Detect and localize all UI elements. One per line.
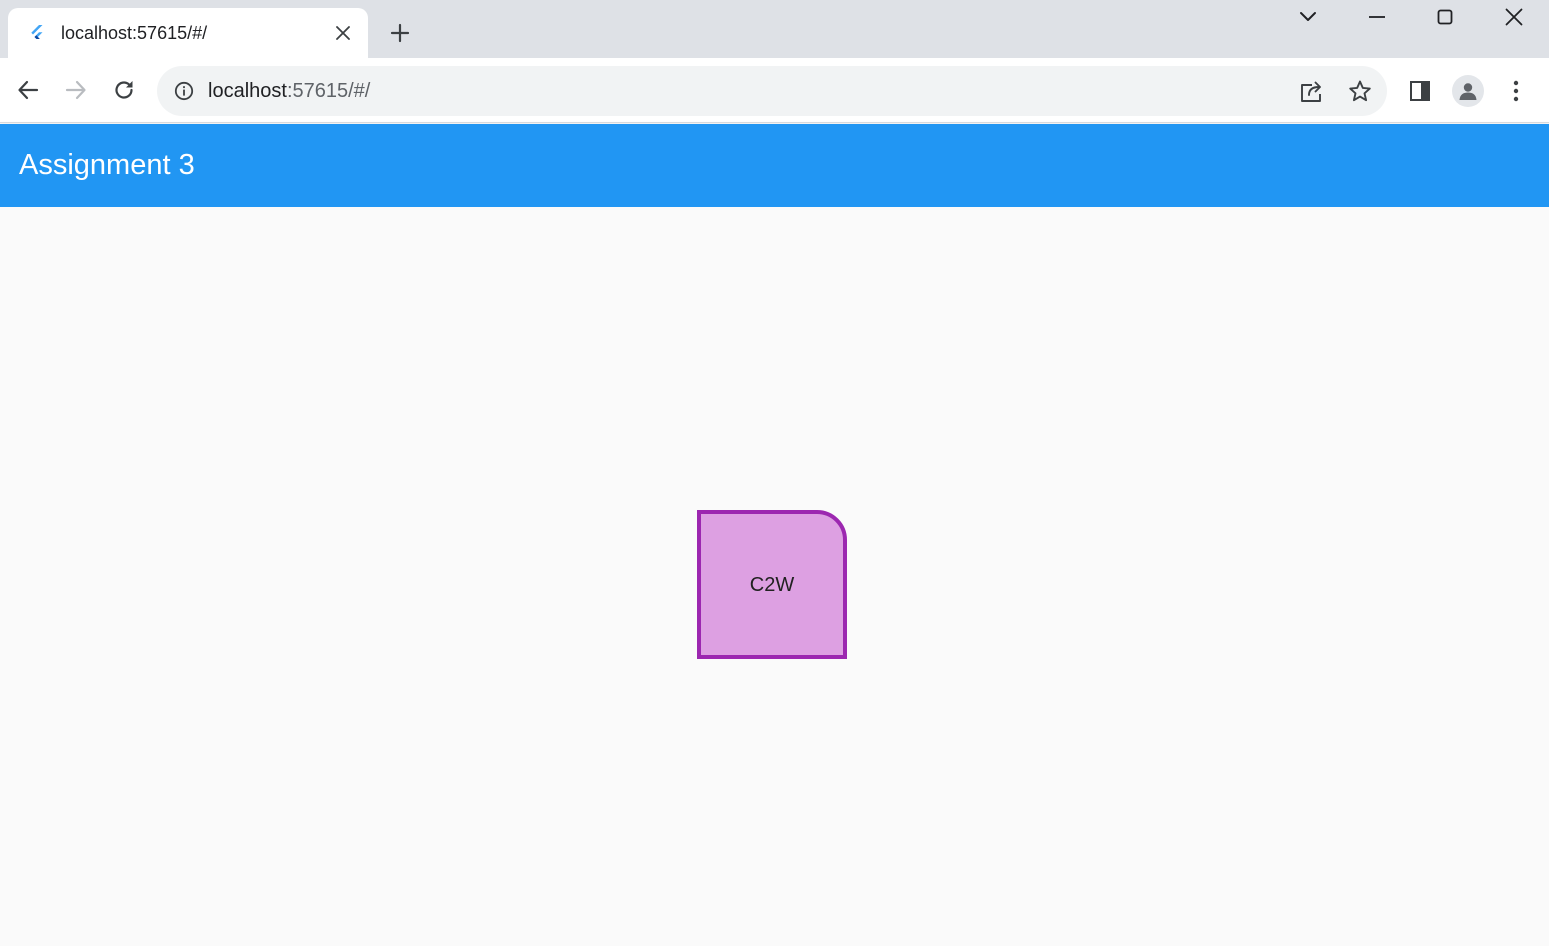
url-host: localhost [208, 80, 287, 102]
app-body: C2W [0, 207, 1549, 946]
tab-title: localhost:57615/#/ [61, 23, 208, 43]
more-menu-icon[interactable] [1500, 75, 1532, 107]
browser-tab[interactable]: localhost:57615/#/ [8, 8, 368, 58]
tab-strip: localhost:57615/#/ [0, 0, 1549, 58]
back-icon[interactable] [13, 75, 43, 105]
url-text[interactable]: localhost:57615/#/ [208, 78, 370, 104]
forward-icon[interactable] [61, 75, 91, 105]
reload-icon[interactable] [109, 75, 139, 105]
tab-close-icon[interactable] [333, 23, 353, 43]
avatar [1452, 75, 1484, 107]
address-bar[interactable]: localhost:57615/#/ [157, 66, 1387, 116]
tab-search-icon[interactable] [1295, 4, 1321, 30]
container-label: C2W [749, 573, 795, 596]
close-icon[interactable] [1501, 4, 1527, 30]
side-panel-icon[interactable] [1404, 75, 1436, 107]
share-icon[interactable] [1298, 77, 1326, 105]
star-icon[interactable] [1346, 77, 1374, 105]
maximize-icon[interactable] [1432, 4, 1458, 30]
c2w-container: C2W [697, 510, 847, 659]
url-path: :57615/#/ [286, 80, 371, 102]
browser-toolbar: localhost:57615/#/ [0, 58, 1549, 123]
new-tab-icon[interactable] [386, 19, 414, 47]
minimize-icon[interactable] [1364, 4, 1390, 30]
app-bar: Assignment 3 [0, 124, 1549, 207]
page-title: Assignment 3 [19, 149, 195, 181]
profile-icon[interactable] [1452, 75, 1484, 107]
flutter-icon [28, 24, 46, 42]
info-icon[interactable] [173, 80, 195, 102]
